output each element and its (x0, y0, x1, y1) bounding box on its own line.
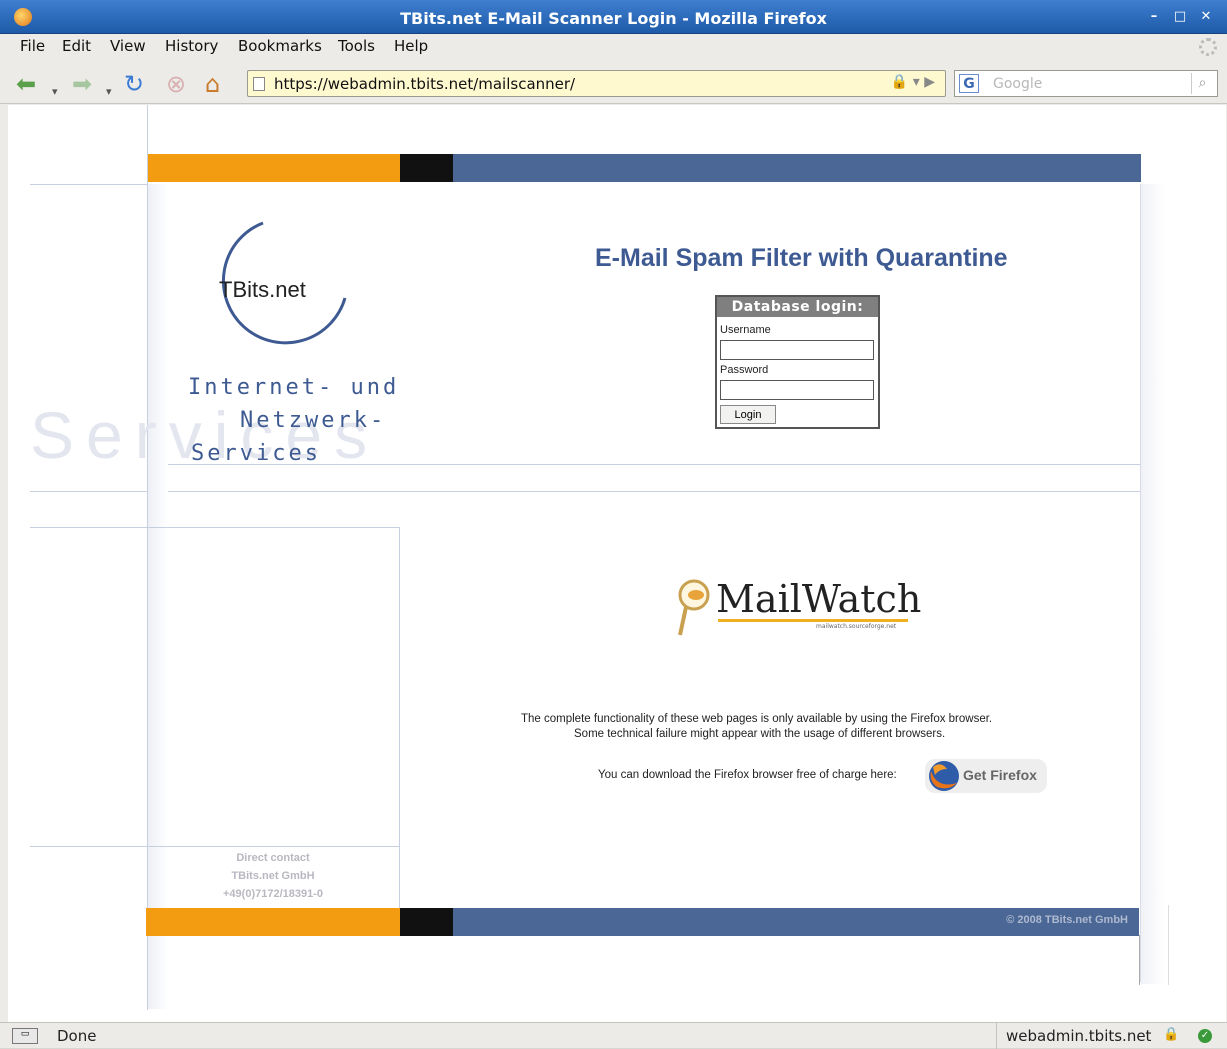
menu-file[interactable]: File (20, 37, 45, 55)
lock-icon[interactable]: 🔒 (1163, 1027, 1179, 1042)
footer-copyright: © 2008 TBits.net GmbH (1006, 914, 1128, 926)
sidebar-right-line (399, 527, 400, 909)
status-bar: ▭ Done webadmin.tbits.net 🔒 ✓ (0, 1022, 1227, 1049)
magnifier-icon (678, 579, 710, 636)
back-icon[interactable]: ⬅ (16, 70, 36, 98)
menu-history[interactable]: History (165, 37, 218, 55)
download-note: You can download the Firefox browser fre… (598, 769, 897, 781)
login-button[interactable]: Login (720, 405, 776, 424)
left-shadow (148, 184, 168, 1009)
url-bar-actions[interactable]: 🔒 ▾ ▶ (891, 74, 935, 90)
tbits-logo-text: TBits.net (219, 277, 306, 302)
status-text: Done (57, 1027, 97, 1045)
tagline-line3: Services (191, 441, 321, 466)
mailwatch-url: mailwatch.sourceforge.net (816, 623, 897, 630)
contact-heading: Direct contact (236, 852, 310, 864)
page-viewport: Services TBits.net Internet- und Netzwer… (8, 105, 1226, 1022)
header-bar-black (400, 154, 453, 182)
get-firefox-button[interactable]: Get Firefox (925, 759, 1047, 793)
menu-edit[interactable]: Edit (62, 37, 91, 55)
title-bar: TBits.net E-Mail Scanner Login - Mozilla… (0, 0, 1227, 34)
menu-tools[interactable]: Tools (338, 37, 375, 55)
minimize-icon[interactable]: – (1143, 8, 1165, 26)
url-text: https://webadmin.tbits.net/mailscanner/ (274, 75, 576, 93)
get-firefox-label: Get Firefox (963, 767, 1037, 783)
login-title: Database login: (717, 297, 878, 317)
header-bar-blue (453, 154, 1141, 182)
stop-icon[interactable]: ⊗ (166, 70, 186, 98)
status-icon[interactable]: ▭ (12, 1028, 38, 1044)
mailwatch-logo: MailWatch (716, 577, 922, 621)
sidebar-bottom-line (30, 846, 400, 847)
contact-company: TBits.net GmbH (231, 870, 315, 882)
right-shadow (1141, 184, 1166, 984)
search-input[interactable]: Google (993, 76, 1042, 92)
search-icon[interactable]: ⌕ (1191, 73, 1213, 94)
tagline-line1: Internet- und (188, 375, 400, 400)
tagline-line2: Netzwerk- (240, 408, 387, 433)
browser-note-line2: Some technical failure might appear with… (574, 728, 946, 740)
divider-line (30, 184, 148, 185)
search-box[interactable]: G Google ⌕ (954, 70, 1218, 97)
footer-bar-orange (146, 908, 400, 936)
status-separator (996, 1023, 997, 1049)
browser-note-line1: The complete functionality of these web … (521, 713, 993, 725)
window-title: TBits.net E-Mail Scanner Login - Mozilla… (400, 9, 827, 28)
password-label: Password (720, 364, 769, 376)
status-host: webadmin.tbits.net (1006, 1027, 1152, 1045)
page-icon (253, 77, 265, 91)
checkmark-icon: ✓ (1198, 1029, 1212, 1043)
mailwatch-underline (718, 619, 908, 622)
close-icon[interactable]: ✕ (1195, 8, 1217, 26)
forward-dropdown-icon[interactable]: ▾ (106, 78, 112, 106)
page-title: E-Mail Spam Filter with Quarantine (595, 244, 1008, 272)
search-engine-icon[interactable]: G (959, 74, 979, 93)
browser-window: TBits.net E-Mail Scanner Login - Mozilla… (0, 0, 1227, 1049)
back-dropdown-icon[interactable]: ▾ (52, 78, 58, 106)
forward-icon[interactable]: ➡ (72, 70, 92, 98)
sidebar-top-line (30, 527, 400, 528)
menu-help[interactable]: Help (394, 37, 428, 55)
login-form: Database login: Username Password Login (715, 295, 880, 429)
url-bar[interactable]: https://webadmin.tbits.net/mailscanner/ … (247, 70, 946, 97)
throbber-icon (1199, 38, 1217, 56)
home-icon[interactable]: ⌂ (205, 70, 220, 98)
menu-bookmarks[interactable]: Bookmarks (238, 37, 322, 55)
divider-line (1168, 905, 1169, 985)
footer-bar-black (400, 908, 453, 936)
divider-line (30, 491, 1141, 492)
divider-line (1139, 935, 1140, 985)
password-field[interactable] (720, 380, 874, 400)
header-bar-orange (148, 154, 400, 182)
maximize-icon[interactable]: □ (1169, 8, 1191, 26)
firefox-logo-icon (929, 761, 959, 791)
username-label: Username (720, 324, 771, 336)
reload-icon[interactable]: ↻ (124, 70, 144, 98)
menu-view[interactable]: View (110, 37, 146, 55)
contact-phone: +49(0)7172/18391-0 (223, 888, 323, 900)
username-field[interactable] (720, 340, 874, 360)
